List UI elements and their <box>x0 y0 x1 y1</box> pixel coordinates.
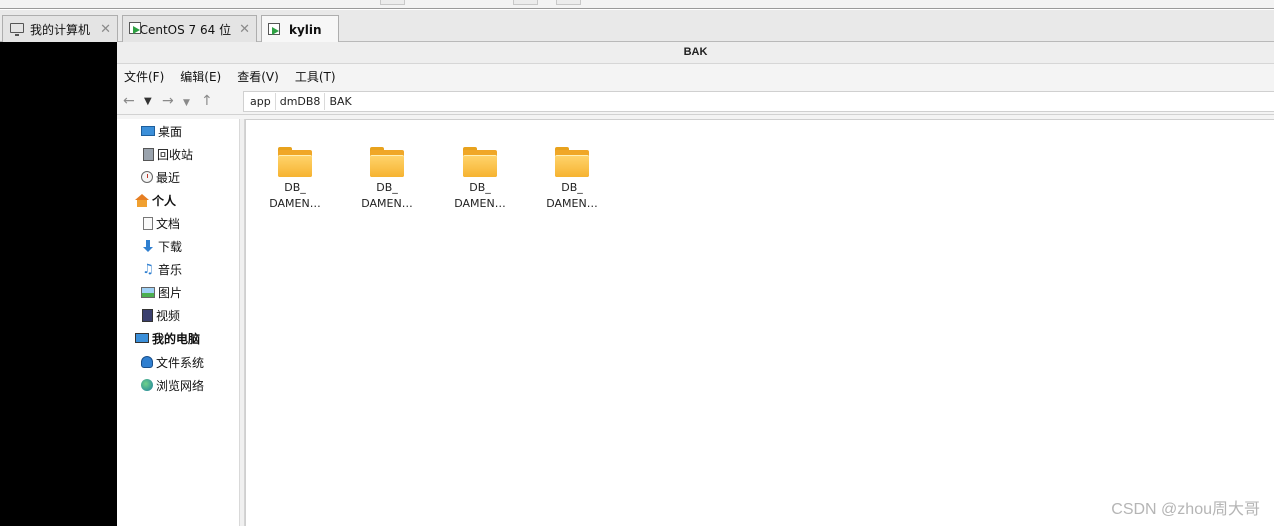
sidebar-item-desktop[interactable]: 桌面 <box>141 121 182 141</box>
sidebar-item-pictures[interactable]: 图片 <box>141 282 182 302</box>
sidebar-item-label: 下载 <box>158 239 183 254</box>
sidebar-item-label: 我的电脑 <box>152 331 201 346</box>
tab-my-computer[interactable]: 我的计算机 ✕ <box>2 15 118 42</box>
vm-icon <box>129 22 141 36</box>
close-icon[interactable]: ✕ <box>100 22 111 37</box>
sidebar-section-personal[interactable]: 个人 <box>135 190 176 210</box>
sidebar-item-label: 音乐 <box>158 262 183 277</box>
places-sidebar: 桌面 回收站 最近 个人 文档 下载 ♫ 音乐 图片 视频 我的电脑 文件系统 … <box>117 119 240 526</box>
download-icon <box>141 239 155 253</box>
sidebar-item-label: 浏览网络 <box>156 378 205 393</box>
sidebar-item-recent[interactable]: 最近 <box>141 167 180 187</box>
sidebar-item-label: 桌面 <box>158 124 183 139</box>
network-icon <box>141 379 153 391</box>
sidebar-item-label: 最近 <box>156 170 181 185</box>
vm-console-border <box>0 42 117 526</box>
menu-edit[interactable]: 编辑(E) <box>180 68 221 85</box>
host-toolbar-button[interactable] <box>556 0 581 5</box>
sidebar-item-music[interactable]: ♫ 音乐 <box>141 259 182 279</box>
file-manager-window: BAK 文件(F) 编辑(E) 查看(V) 工具(T) ← ▼ → ▼ ↑ ap… <box>117 42 1274 526</box>
document-icon <box>143 216 153 230</box>
breadcrumb-item[interactable]: app <box>246 93 276 110</box>
folder-icon <box>555 147 589 177</box>
watermark: CSDN @zhou周大哥 <box>1111 501 1260 518</box>
folder-name-line1: DB_ <box>284 181 306 194</box>
tab-label: 我的计算机 <box>30 22 91 37</box>
menu-bar: 文件(F) 编辑(E) 查看(V) 工具(T) <box>117 65 1274 88</box>
sidebar-item-downloads[interactable]: 下载 <box>141 236 182 256</box>
sidebar-section-my-computer[interactable]: 我的电脑 <box>135 328 200 348</box>
breadcrumb-item[interactable]: BAK <box>325 93 355 110</box>
menu-file[interactable]: 文件(F) <box>124 68 164 85</box>
sidebar-item-label: 文件系统 <box>156 355 205 370</box>
folder-icon <box>463 147 497 177</box>
tab-centos[interactable]: CentOS 7 64 位 ✕ <box>122 15 257 42</box>
host-toolbar-strip <box>0 0 1274 9</box>
window-title: BAK <box>117 42 1274 64</box>
file-view: DB_ DAMEN… DB_ DAMEN… DB_ DAMEN… DB_ DAM… <box>245 119 1274 526</box>
tab-label: kylin <box>289 22 322 37</box>
sidebar-item-label: 个人 <box>152 193 177 208</box>
recent-icon <box>141 171 153 183</box>
folder-item[interactable]: DB_ DAMEN… <box>259 147 331 217</box>
vm-icon <box>268 22 284 37</box>
breadcrumb: app dmDB8 BAK <box>243 91 1274 112</box>
folder-name-line2: DAMEN… <box>546 197 598 210</box>
sidebar-item-trash[interactable]: 回收站 <box>141 144 193 164</box>
desktop-icon <box>141 126 155 136</box>
monitor-icon <box>9 22 25 36</box>
menu-view[interactable]: 查看(V) <box>237 68 279 85</box>
host-toolbar-button[interactable] <box>380 0 405 5</box>
home-icon <box>135 193 149 207</box>
host-toolbar-button[interactable] <box>513 0 538 5</box>
tab-kylin[interactable]: kylin <box>261 15 339 43</box>
sidebar-item-label: 图片 <box>158 285 183 300</box>
sidebar-item-documents[interactable]: 文档 <box>141 213 180 233</box>
folder-name-line1: DB_ <box>376 181 398 194</box>
folder-icon <box>278 147 312 177</box>
sidebar-item-label: 回收站 <box>157 147 194 162</box>
sidebar-item-label: 文档 <box>156 216 181 231</box>
history-dropdown-icon[interactable]: ▼ <box>144 93 152 111</box>
picture-icon <box>141 286 155 298</box>
sidebar-item-filesystem[interactable]: 文件系统 <box>141 352 204 372</box>
folder-name-line2: DAMEN… <box>269 197 321 210</box>
back-arrow-icon[interactable]: ← <box>123 92 135 110</box>
sidebar-item-label: 视频 <box>156 308 181 323</box>
folder-item[interactable]: DB_ DAMEN… <box>351 147 423 217</box>
close-icon[interactable]: ✕ <box>239 22 250 37</box>
breadcrumb-item[interactable]: dmDB8 <box>276 93 326 110</box>
forward-dropdown-icon[interactable]: ▼ <box>183 94 190 112</box>
sidebar-item-network[interactable]: 浏览网络 <box>141 375 204 395</box>
vm-tab-bar: 我的计算机 ✕ CentOS 7 64 位 ✕ kylin <box>0 10 1274 43</box>
computer-icon <box>135 333 149 343</box>
folder-name-line2: DAMEN… <box>361 197 413 210</box>
forward-arrow-icon[interactable]: → <box>162 92 174 110</box>
navigation-bar: ← ▼ → ▼ ↑ app dmDB8 BAK <box>117 88 1274 115</box>
folder-item[interactable]: DB_ DAMEN… <box>536 147 608 217</box>
filesystem-icon <box>141 356 153 368</box>
video-icon <box>142 308 153 322</box>
folder-name-line2: DAMEN… <box>454 197 506 210</box>
folder-item[interactable]: DB_ DAMEN… <box>444 147 516 217</box>
sidebar-item-videos[interactable]: 视频 <box>141 305 180 325</box>
folder-name-line1: DB_ <box>561 181 583 194</box>
music-icon: ♫ <box>142 261 154 277</box>
up-arrow-icon[interactable]: ↑ <box>201 92 213 110</box>
tab-label: CentOS 7 64 位 <box>139 22 232 37</box>
menu-tools[interactable]: 工具(T) <box>295 68 336 85</box>
folder-icon <box>370 147 404 177</box>
trash-icon <box>143 147 154 161</box>
folder-name-line1: DB_ <box>469 181 491 194</box>
